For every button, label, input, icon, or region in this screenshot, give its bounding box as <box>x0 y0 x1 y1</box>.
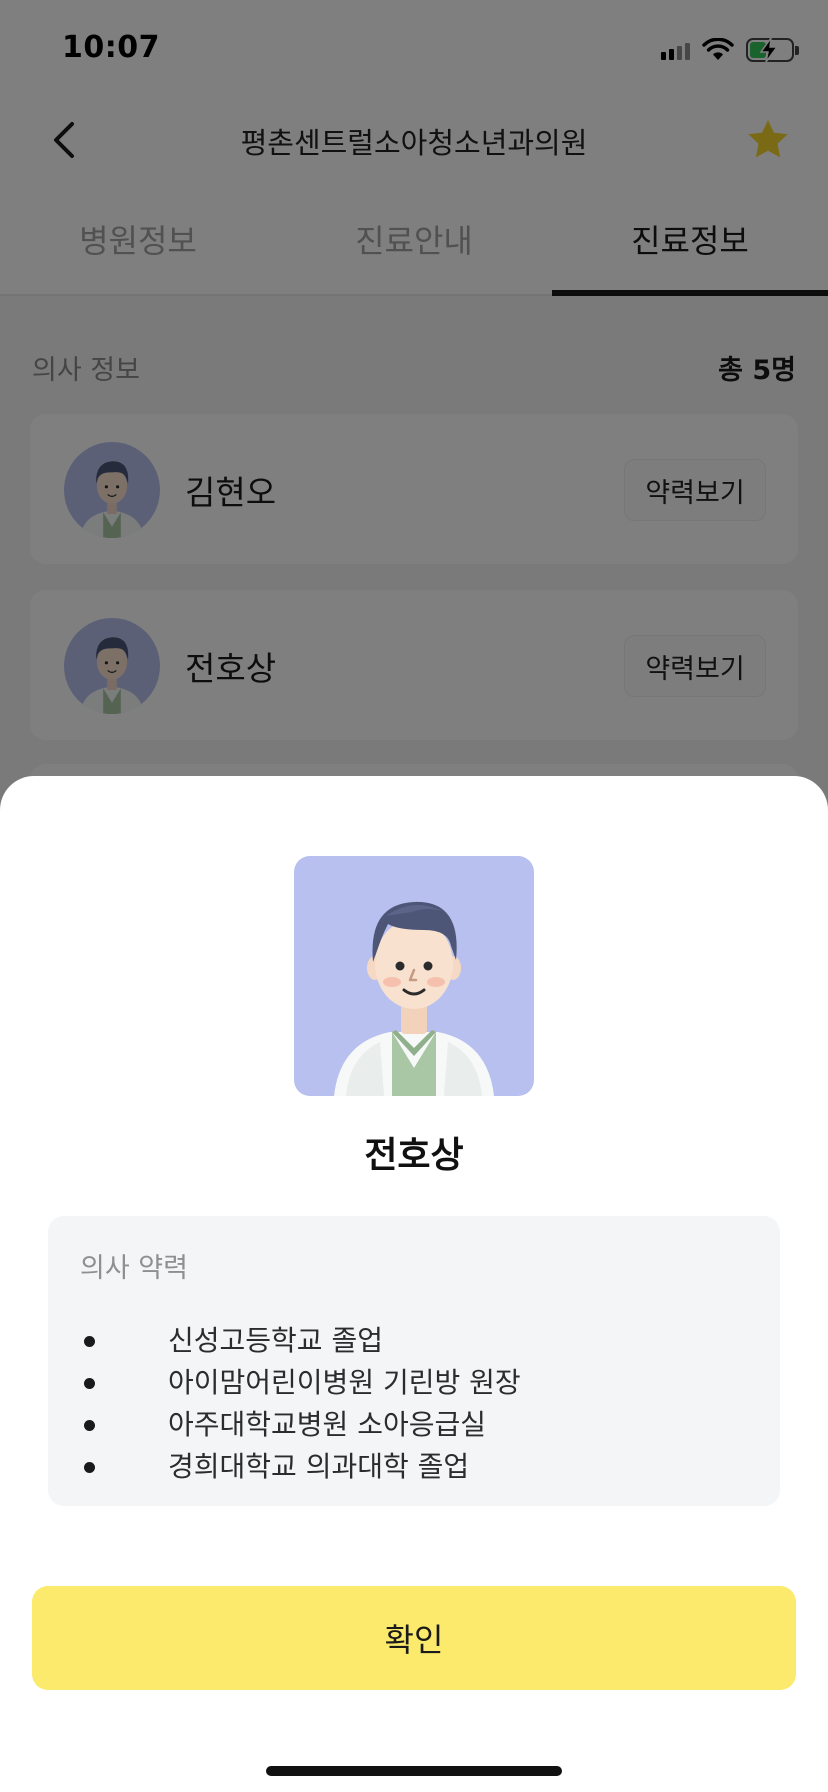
career-box: 의사 약력 신성고등학교 졸업 아이맘어린이병원 기린방 원장 아주대학교병원 … <box>48 1216 780 1506</box>
career-item-text: 신성고등학교 졸업 <box>168 1324 383 1357</box>
career-item-text: 경희대학교 의과대학 졸업 <box>168 1450 470 1483</box>
career-item: 아이맘어린이병원 기린방 원장 <box>84 1362 521 1404</box>
doctor-illustration-icon <box>334 901 494 1096</box>
doctor-photo <box>294 856 534 1096</box>
confirm-button[interactable]: 확인 <box>32 1586 796 1690</box>
career-item: 경희대학교 의과대학 졸업 <box>84 1446 521 1488</box>
bullet-icon <box>84 1420 95 1431</box>
career-item-text: 아이맘어린이병원 기린방 원장 <box>168 1366 521 1399</box>
career-item: 아주대학교병원 소아응급실 <box>84 1404 521 1446</box>
bullet-icon <box>84 1378 95 1389</box>
career-title: 의사 약력 <box>80 1253 188 1284</box>
home-indicator <box>266 1766 562 1776</box>
doctor-career-sheet: 전호상 의사 약력 신성고등학교 졸업 아이맘어린이병원 기린방 원장 아주대학… <box>0 776 828 1792</box>
career-list: 신성고등학교 졸업 아이맘어린이병원 기린방 원장 아주대학교병원 소아응급실 … <box>84 1320 521 1488</box>
career-item: 신성고등학교 졸업 <box>84 1320 521 1362</box>
career-item-text: 아주대학교병원 소아응급실 <box>168 1408 487 1441</box>
bullet-icon <box>84 1336 95 1347</box>
bullet-icon <box>84 1462 95 1473</box>
sheet-doctor-name: 전호상 <box>364 1135 464 1176</box>
